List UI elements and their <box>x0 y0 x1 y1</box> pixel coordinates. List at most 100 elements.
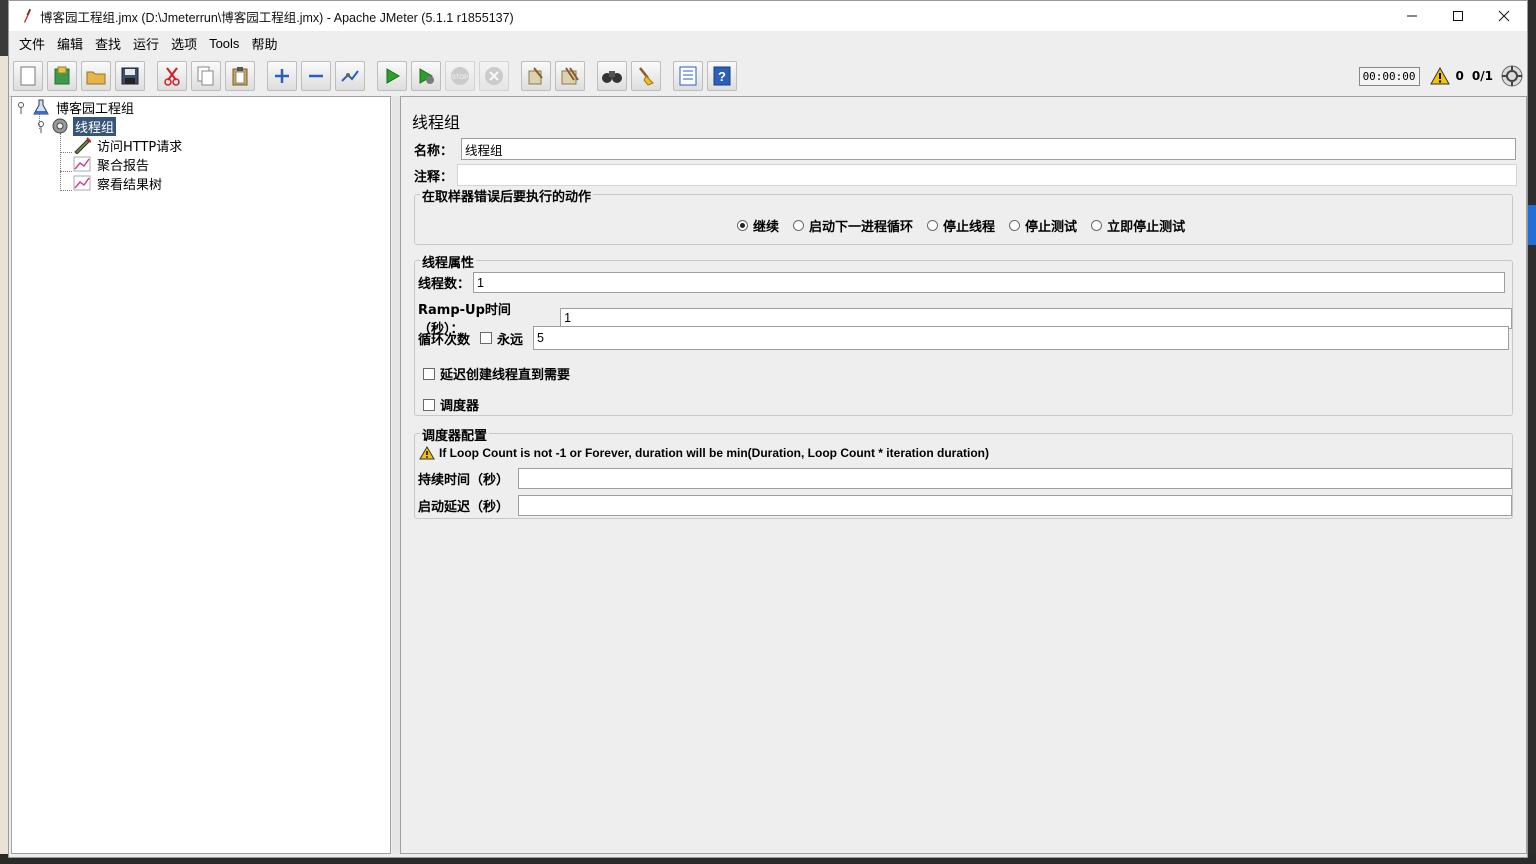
comment-input[interactable] <box>457 164 1518 186</box>
tree-toggle-icon[interactable] <box>36 119 46 133</box>
jmeter-feather-icon <box>18 7 36 25</box>
sampler-error-action-group: 在取样器错误后要执行的动作 继续 启动下一进程循环 停止线程 停止测试 立即停止… <box>414 186 1513 245</box>
stop-button[interactable]: STOP <box>445 60 475 91</box>
duration-label: 持续时间（秒） <box>418 473 510 488</box>
copy-button[interactable] <box>191 60 221 91</box>
svg-text:STOP: STOP <box>452 75 468 81</box>
new-icon <box>20 66 36 85</box>
menu-tools[interactable]: Tools <box>203 36 245 51</box>
radio-stop-test[interactable] <box>1009 220 1021 231</box>
radio-label: 继续 <box>753 220 780 235</box>
group-title: 线程属性 <box>420 252 477 271</box>
open-button[interactable] <box>81 60 111 91</box>
menu-search[interactable]: 查找 <box>89 34 127 53</box>
delay-thread-creation-label: 延迟创建线程直到需要 <box>440 368 571 383</box>
desktop-background-right <box>1522 0 1536 864</box>
minimize-button[interactable] <box>1389 1 1435 31</box>
help-button[interactable]: ? <box>707 60 737 91</box>
active-threads-count: 0/1 <box>1471 69 1493 83</box>
close-button[interactable] <box>1481 1 1527 31</box>
startup-delay-label: 启动延迟（秒） <box>418 500 510 515</box>
collapse-all-button[interactable] <box>301 60 331 91</box>
shutdown-button[interactable] <box>479 60 509 91</box>
title-bar[interactable]: 博客园工程组.jmx (D:\Jmeterrun\博客园工程组.jmx) - A… <box>9 1 1527 31</box>
delay-thread-creation-checkbox[interactable] <box>423 367 435 380</box>
group-title: 在取样器错误后要执行的动作 <box>420 186 594 205</box>
search-button[interactable] <box>597 60 627 91</box>
panel-title: 线程组 <box>412 113 461 132</box>
tree-node-thread-group[interactable]: 线程组 <box>36 116 117 136</box>
forever-checkbox[interactable] <box>480 332 493 344</box>
tree-node-test-plan[interactable]: 博客园工程组 <box>16 98 136 117</box>
forever-label: 永远 <box>497 332 524 348</box>
panel-splitter[interactable] <box>392 96 400 854</box>
maximize-icon <box>1453 11 1463 21</box>
search-icon <box>602 70 622 83</box>
close-icon <box>1498 10 1510 22</box>
stop-icon: STOP <box>451 66 469 85</box>
scheduler-config-group: 调度器配置 If Loop Count is not -1 or Forever… <box>414 425 1513 519</box>
cut-button[interactable] <box>157 60 187 91</box>
name-input[interactable] <box>461 138 1517 160</box>
thread-properties-group: 线程属性 线程数： Ramp-Up时间（秒）： 循环次数 永远 延迟创建线程直到… <box>414 252 1513 416</box>
reset-search-icon <box>639 66 654 86</box>
http-sampler-pen-icon <box>74 137 91 154</box>
paste-button[interactable] <box>225 60 255 91</box>
tree-node-results-tree[interactable]: 察看结果树 <box>73 174 164 193</box>
radio-start-next-loop[interactable] <box>793 220 805 231</box>
start-icon <box>386 67 400 84</box>
expand-icon <box>275 68 289 83</box>
scheduler-label: 调度器 <box>440 399 480 414</box>
radio-stop-thread[interactable] <box>927 220 939 231</box>
elapsed-timer: 00:00:00 <box>1358 66 1420 86</box>
reset-search-button[interactable] <box>631 60 661 91</box>
save-button[interactable] <box>115 60 145 91</box>
tree-node-http-request[interactable]: 访问HTTP请求 <box>73 136 184 155</box>
loop-count-label: 循环次数 <box>418 332 471 348</box>
threads-label: 线程数： <box>418 277 471 292</box>
expand-all-button[interactable] <box>267 60 297 91</box>
tree-node-aggregate-report[interactable]: 聚合报告 <box>73 155 151 174</box>
templates-button[interactable] <box>47 60 77 91</box>
menu-help[interactable]: 帮助 <box>245 34 283 53</box>
threads-input[interactable] <box>473 272 1506 293</box>
open-icon <box>86 71 106 84</box>
templates-icon <box>54 66 70 84</box>
thread-group-gear-icon <box>52 118 68 134</box>
collapse-icon <box>309 74 323 77</box>
menu-file[interactable]: 文件 <box>13 34 51 53</box>
start-button[interactable] <box>377 60 407 91</box>
name-label: 名称： <box>414 143 454 159</box>
listener-chart-icon <box>73 156 91 172</box>
remote-status-icon[interactable] <box>1501 65 1523 87</box>
duration-input[interactable] <box>518 468 1512 489</box>
tree-node-label: 博客园工程组 <box>56 101 135 117</box>
tree-node-label: 察看结果树 <box>97 177 163 193</box>
menu-options[interactable]: 选项 <box>165 34 203 53</box>
warning-icon[interactable] <box>1429 67 1450 85</box>
clear-all-button[interactable] <box>555 60 585 91</box>
menu-run[interactable]: 运行 <box>127 34 165 53</box>
radio-label: 停止线程 <box>943 220 996 235</box>
radio-stop-test-now[interactable] <box>1091 220 1103 231</box>
clear-all-icon <box>561 66 579 84</box>
radio-label: 立即停止测试 <box>1107 220 1186 235</box>
radio-continue[interactable] <box>737 220 748 231</box>
menu-edit[interactable]: 编辑 <box>51 34 89 53</box>
toggle-button[interactable] <box>335 60 365 91</box>
startup-delay-input[interactable] <box>518 495 1512 516</box>
function-helper-button[interactable] <box>673 60 703 91</box>
new-button[interactable] <box>13 60 43 91</box>
scheduler-checkbox[interactable] <box>423 398 435 411</box>
loop-count-input[interactable] <box>533 326 1510 350</box>
start-no-pauses-button[interactable] <box>411 60 441 91</box>
clear-button[interactable] <box>521 60 551 91</box>
radio-label: 停止测试 <box>1025 220 1078 235</box>
copy-icon <box>197 66 214 85</box>
function-helper-icon <box>679 66 697 85</box>
comment-label: 注释： <box>414 169 454 185</box>
error-count: 0 <box>1455 69 1464 83</box>
maximize-button[interactable] <box>1435 1 1481 31</box>
tree-toggle-icon[interactable] <box>16 100 26 114</box>
shutdown-icon <box>485 66 503 85</box>
